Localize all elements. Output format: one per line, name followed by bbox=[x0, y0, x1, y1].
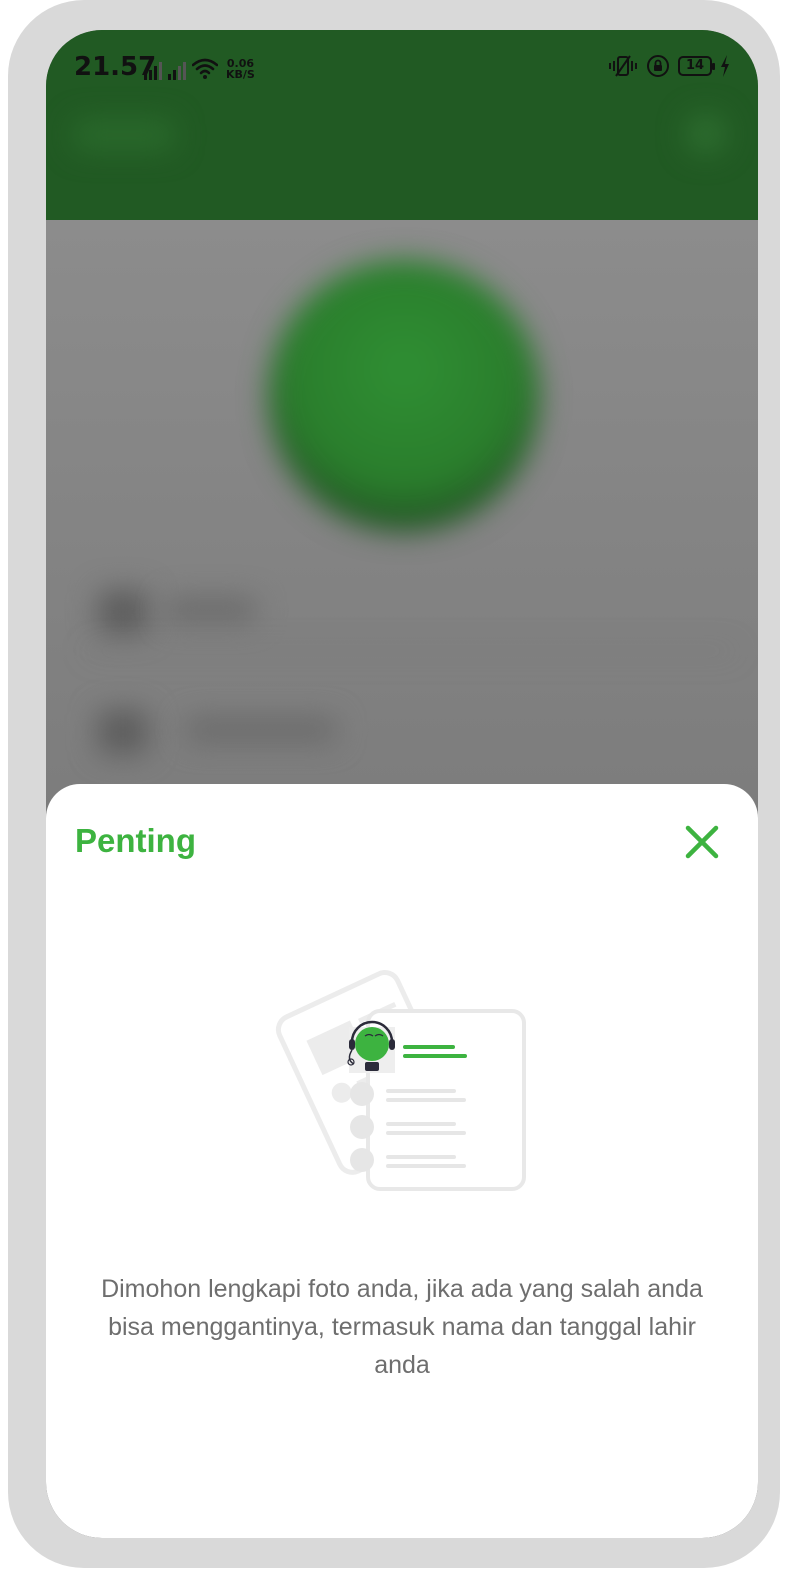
charging-icon bbox=[721, 55, 729, 77]
background-title-blurred bbox=[74, 120, 174, 150]
dialog-message: Dimohon lengkapi foto anda, jika ada yan… bbox=[101, 1275, 703, 1379]
background-list-text-blurred bbox=[186, 718, 336, 742]
status-left-icons: 0.06 KB/S bbox=[144, 52, 255, 80]
signal-icon bbox=[144, 60, 162, 80]
network-speed-unit: KB/S bbox=[226, 68, 255, 81]
background-list-text-blurred bbox=[166, 598, 256, 622]
background-divider-blurred bbox=[86, 650, 736, 652]
profile-document-illustration bbox=[275, 970, 526, 1191]
phone-frame: 21.57 0.06 KB/S 14 Penting Dimohon lengk… bbox=[8, 0, 780, 1568]
network-speed: 0.06 KB/S bbox=[226, 58, 255, 80]
status-bar: 21.57 0.06 KB/S 14 bbox=[46, 30, 758, 100]
dialog-title: Penting bbox=[75, 822, 196, 859]
close-icon[interactable] bbox=[678, 818, 726, 866]
status-right-icons: 14 bbox=[608, 54, 730, 78]
wifi-icon bbox=[192, 58, 218, 79]
background-menu-icon-blurred bbox=[686, 114, 726, 154]
background-list-icon-blurred bbox=[98, 590, 148, 634]
battery-icon: 14 bbox=[678, 56, 715, 76]
signal-icon bbox=[168, 60, 186, 80]
vibrate-icon bbox=[609, 55, 637, 77]
screen: 21.57 0.06 KB/S 14 Penting Dimohon lengk… bbox=[46, 30, 758, 1538]
important-bottom-sheet: Penting Dimohon lengkapi foto anda, jika… bbox=[46, 784, 758, 1538]
close-button[interactable] bbox=[678, 818, 726, 866]
background-list-icon-blurred bbox=[98, 710, 148, 754]
background-avatar-blurred bbox=[268, 260, 540, 532]
rotation-lock-icon bbox=[647, 55, 669, 77]
